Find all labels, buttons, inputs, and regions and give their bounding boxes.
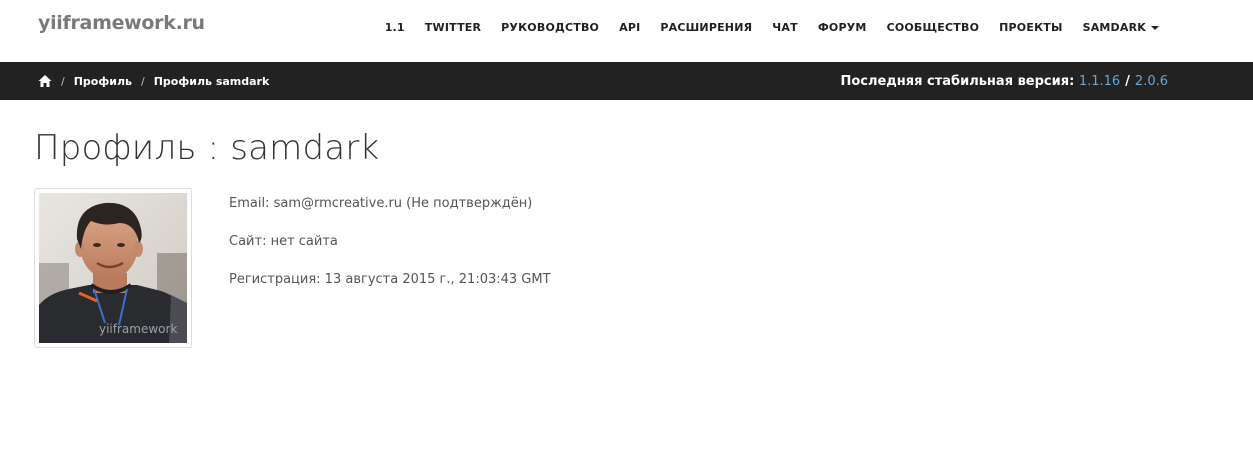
nav-item-community[interactable]: СООБЩЕСТВО bbox=[877, 21, 990, 34]
nav-item-extensions[interactable]: РАСШИРЕНИЯ bbox=[650, 21, 762, 34]
logo-prefix: yii bbox=[38, 12, 63, 34]
logo-suffix: framework.ru bbox=[62, 12, 206, 34]
breadcrumb-bar: / Профиль / Профиль samdark Последняя ст… bbox=[0, 62, 1253, 100]
breadcrumb-separator: / bbox=[141, 74, 145, 88]
nav-item-twitter[interactable]: TWITTER bbox=[415, 21, 491, 34]
profile-registration: Регистрация: 13 августа 2015 г., 21:03:4… bbox=[229, 272, 551, 287]
avatar-photo: yiiframework bbox=[39, 193, 187, 343]
breadcrumb-separator: / bbox=[61, 74, 65, 88]
nav-item-guide[interactable]: РУКОВОДСТВО bbox=[491, 21, 609, 34]
profile-info: Email: sam@rmcreative.ru (Не подтверждён… bbox=[229, 195, 551, 309]
profile-site: Сайт: нет сайта bbox=[229, 234, 338, 249]
breadcrumb-item-profile[interactable]: Профиль bbox=[74, 75, 132, 88]
version-separator: / bbox=[1125, 73, 1130, 89]
nav-item-projects[interactable]: ПРОЕКТЫ bbox=[989, 21, 1072, 34]
avatar-shirt-text: yiiframework bbox=[99, 322, 177, 336]
nav-item-chat[interactable]: ЧАТ bbox=[762, 21, 808, 34]
page-title: Профиль : samdark bbox=[34, 128, 380, 168]
nav-item-api[interactable]: API bbox=[609, 21, 650, 34]
main-menu: 1.1 TWITTER РУКОВОДСТВО API РАСШИРЕНИЯ Ч… bbox=[375, 0, 1169, 54]
stable-version-label: Последняя стабильная версия: bbox=[840, 73, 1075, 89]
top-navbar: yiiframework.ru 1.1 TWITTER РУКОВОДСТВО … bbox=[0, 0, 1253, 62]
stable-version: Последняя стабильная версия: 1.1.16 / 2.0.… bbox=[840, 62, 1168, 100]
version-link-2-0[interactable]: 2.0.6 bbox=[1135, 74, 1168, 89]
nav-item-1-1[interactable]: 1.1 bbox=[375, 21, 415, 34]
chevron-down-icon bbox=[1151, 25, 1159, 30]
avatar: yiiframework bbox=[34, 188, 192, 348]
breadcrumb: / Профиль / Профиль samdark bbox=[38, 62, 269, 100]
profile-email: Email: sam@rmcreative.ru (Не подтверждён… bbox=[229, 196, 533, 211]
user-menu[interactable]: SAMDARK bbox=[1073, 21, 1169, 34]
user-menu-label: SAMDARK bbox=[1082, 20, 1146, 34]
home-icon[interactable] bbox=[38, 74, 52, 88]
site-logo[interactable]: yiiframework.ru bbox=[38, 12, 205, 34]
version-link-1-1[interactable]: 1.1.16 bbox=[1079, 74, 1120, 89]
breadcrumb-item-current: Профиль samdark bbox=[153, 74, 270, 88]
nav-item-forum[interactable]: ФОРУМ bbox=[808, 21, 877, 34]
